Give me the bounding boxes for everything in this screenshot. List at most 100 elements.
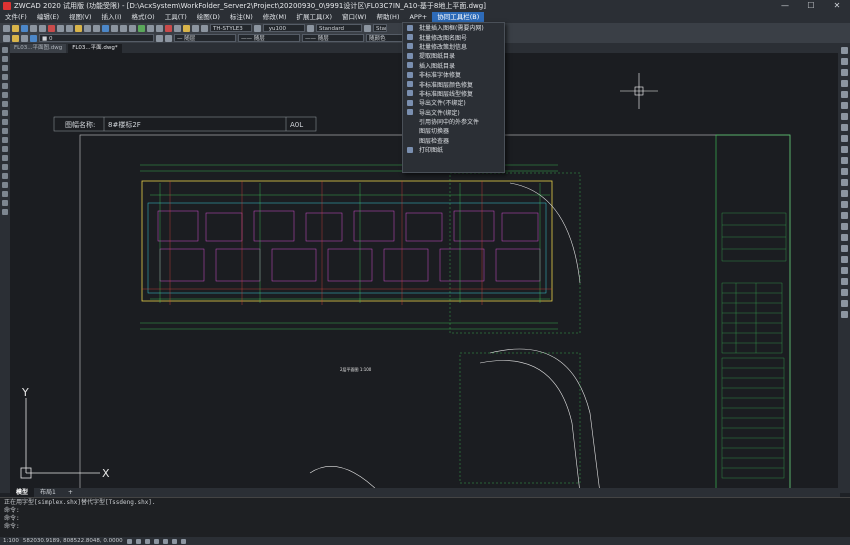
extend-icon[interactable] <box>840 157 848 164</box>
point-icon[interactable] <box>2 164 8 170</box>
tab-model[interactable]: 模型 <box>10 488 35 497</box>
lineweight-mode-icon[interactable] <box>180 538 186 544</box>
copy-object-icon[interactable] <box>840 58 848 65</box>
calculator-icon[interactable] <box>183 24 190 32</box>
multileader-style-icon[interactable] <box>364 24 371 32</box>
osnap-mode-icon[interactable] <box>162 538 168 544</box>
markup-icon[interactable] <box>192 24 199 32</box>
menu-item-layer-checker[interactable]: 图层检查器 <box>403 136 504 145</box>
close-button[interactable]: ✕ <box>824 0 850 12</box>
menu-window[interactable]: 窗口(W) <box>337 12 372 23</box>
paste-icon[interactable] <box>66 24 73 32</box>
layer-manager-icon[interactable] <box>174 24 181 32</box>
polygon-icon[interactable] <box>2 74 8 80</box>
join-icon[interactable] <box>840 179 848 186</box>
multileader-style-select[interactable]: Stan <box>373 24 387 32</box>
copy-icon[interactable] <box>57 24 64 32</box>
mirror-icon[interactable] <box>840 69 848 76</box>
menu-item-batch-insert-frame[interactable]: 批量插入图框(需要内网) <box>403 23 504 32</box>
table-style-icon[interactable] <box>307 24 314 32</box>
menu-help[interactable]: 帮助(H) <box>372 12 405 23</box>
text-style-select[interactable]: TH-STYLE3 <box>210 24 252 32</box>
menu-view[interactable]: 视图(V) <box>64 12 97 23</box>
undo-icon[interactable] <box>84 24 91 32</box>
menu-item-print[interactable]: 打印图纸 <box>403 145 504 154</box>
bulb-icon[interactable] <box>21 34 28 42</box>
ellipse-icon[interactable] <box>2 128 8 134</box>
ellipse-arc-icon[interactable] <box>2 137 8 143</box>
rectangle-icon[interactable] <box>2 83 8 89</box>
pan-icon[interactable] <box>102 24 109 32</box>
ortho-mode-icon[interactable] <box>144 538 150 544</box>
table-icon[interactable] <box>2 200 8 206</box>
dim-style-select[interactable]: _yu100 <box>263 24 305 32</box>
menu-draw[interactable]: 绘图(D) <box>192 12 225 23</box>
menu-modify[interactable]: 修改(M) <box>258 12 292 23</box>
save-icon[interactable] <box>21 24 28 32</box>
move-icon[interactable] <box>840 102 848 109</box>
menu-dimension[interactable]: 标注(N) <box>225 12 258 23</box>
preview-icon[interactable] <box>39 24 46 32</box>
menu-file[interactable]: 文件(F) <box>0 12 32 23</box>
open-folder-icon[interactable] <box>12 24 19 32</box>
command-window[interactable]: 正在用字型[simplex.shx]替代字型[Tssdeng.shx]. 命令:… <box>0 497 850 537</box>
menu-item-export-unbound[interactable]: 导出文件(不绑定) <box>403 98 504 107</box>
tool-palette-icon[interactable] <box>156 24 163 32</box>
layer-state-icon[interactable] <box>12 34 19 42</box>
otrack-mode-icon[interactable] <box>171 538 177 544</box>
fillet-icon[interactable] <box>840 201 848 208</box>
zoom-realtime-icon[interactable] <box>111 24 118 32</box>
text-style-icon[interactable] <box>201 24 208 32</box>
make-current-icon[interactable] <box>156 34 163 42</box>
osnap-perpendicular-icon[interactable] <box>840 300 848 307</box>
redo-icon[interactable] <box>93 24 100 32</box>
menu-item-fix-font[interactable]: 非标准字体修复 <box>403 70 504 79</box>
annotation-scale[interactable]: 1:100 <box>3 538 19 544</box>
menu-edit[interactable]: 编辑(E) <box>32 12 64 23</box>
menu-express-tools[interactable]: 扩展工具(X) <box>291 12 337 23</box>
osnap-tangent-icon[interactable] <box>840 289 848 296</box>
doc-tab[interactable]: FL03...平面图.dwg <box>10 44 67 53</box>
menu-item-fix-layer-linetype[interactable]: 非标准图层线型修复 <box>403 89 504 98</box>
menu-item-batch-edit-name[interactable]: 批量修改图名图号 <box>403 32 504 42</box>
osnap-center-icon[interactable] <box>840 267 848 274</box>
menu-item-extract-index[interactable]: 提取图纸目录 <box>403 51 504 60</box>
break-icon[interactable] <box>840 168 848 175</box>
lineweight-select[interactable]: —— 随层 <box>302 34 364 42</box>
hatch-icon[interactable] <box>2 173 8 179</box>
mtext-icon[interactable] <box>2 209 8 215</box>
menu-item-xref-collab[interactable]: 引用协同中的外参文件 <box>403 117 504 126</box>
properties-icon[interactable] <box>138 24 145 32</box>
new-file-icon[interactable] <box>3 24 10 32</box>
erase-icon[interactable] <box>840 47 848 54</box>
layer-icon[interactable] <box>3 34 10 42</box>
gradient-icon[interactable] <box>2 182 8 188</box>
color-select[interactable]: — 随层 <box>174 34 236 42</box>
print-icon[interactable] <box>30 24 37 32</box>
spline-icon[interactable] <box>2 119 8 125</box>
line-icon[interactable] <box>2 47 8 53</box>
osnap-nearest-icon[interactable] <box>840 311 848 318</box>
snap-icon[interactable] <box>840 223 848 230</box>
menu-item-layer-switcher[interactable]: 图层切换器 <box>403 126 504 135</box>
menu-item-insert-index[interactable]: 插入图纸目录 <box>403 61 504 70</box>
array-icon[interactable] <box>840 91 848 98</box>
grid-mode-icon[interactable] <box>135 538 141 544</box>
cut-icon[interactable] <box>48 24 55 32</box>
arc-icon[interactable] <box>2 92 8 98</box>
construction-line-icon[interactable] <box>2 56 8 62</box>
dim-style-icon[interactable] <box>254 24 261 32</box>
zoom-previous-icon[interactable] <box>129 24 136 32</box>
stretch-icon[interactable] <box>840 135 848 142</box>
rotate-icon[interactable] <box>840 113 848 120</box>
osnap-intersection-icon[interactable] <box>840 256 848 263</box>
osnap-quadrant-icon[interactable] <box>840 278 848 285</box>
osnap-midpoint-icon[interactable] <box>840 245 848 252</box>
layer-previous-icon[interactable] <box>165 34 172 42</box>
match-properties-icon[interactable] <box>75 24 82 32</box>
layer-select[interactable]: ■ 0 <box>39 34 154 42</box>
menu-format[interactable]: 格式(O) <box>127 12 160 23</box>
explode-icon[interactable] <box>840 212 848 219</box>
scale-icon[interactable] <box>840 124 848 131</box>
minimize-button[interactable]: — <box>772 0 798 12</box>
